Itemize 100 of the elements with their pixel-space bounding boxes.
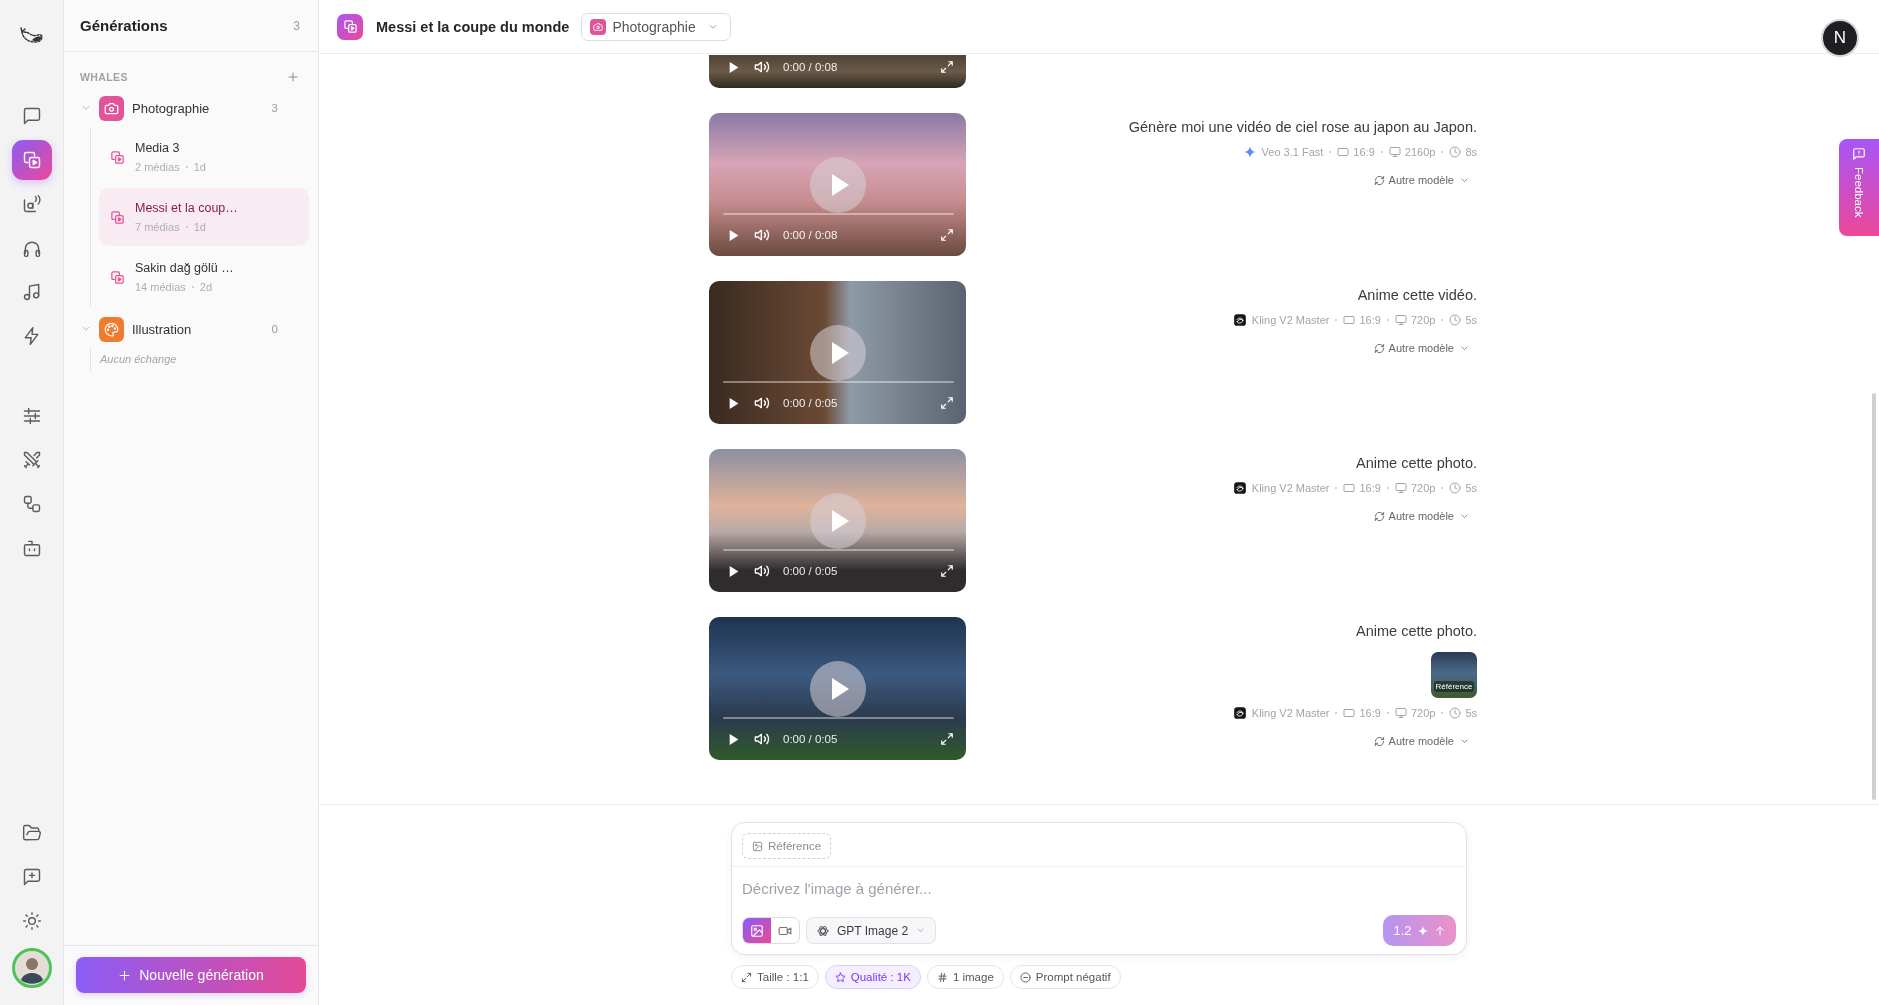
empty-note: Aucun échange bbox=[100, 353, 177, 365]
swirl-logo-icon bbox=[1232, 481, 1247, 495]
refresh-icon[interactable] bbox=[1373, 510, 1385, 522]
item-age: 1d bbox=[193, 220, 206, 234]
image-icon[interactable] bbox=[743, 918, 771, 943]
volume-icon[interactable] bbox=[753, 227, 771, 243]
other-model-button[interactable]: Autre modèle bbox=[1373, 339, 1477, 357]
video-player[interactable]: 0:00 / 0:08 bbox=[709, 55, 966, 88]
other-model-button[interactable]: Autre modèle bbox=[1373, 507, 1477, 525]
feedback-tab[interactable]: Feedback bbox=[1839, 139, 1879, 236]
clock-icon bbox=[1449, 146, 1462, 158]
folder-name[interactable]: Photographie bbox=[132, 100, 210, 116]
resolution: 2160p bbox=[1404, 146, 1436, 158]
model-name: Kling V2 Master bbox=[1251, 314, 1330, 326]
generation-item[interactable]: Sakin dağ gölü … 14 médias 2d bbox=[99, 248, 309, 306]
model-dropdown[interactable]: GPT Image 2 bbox=[806, 917, 937, 944]
play-icon[interactable] bbox=[809, 324, 866, 381]
generation-count: 3 bbox=[293, 18, 300, 33]
sun-icon[interactable] bbox=[21, 911, 42, 931]
monitor-icon bbox=[1388, 146, 1401, 158]
item-title: Sakin dağ gölü … bbox=[135, 260, 234, 276]
message-plus-icon[interactable] bbox=[21, 867, 42, 887]
workflow-icon[interactable] bbox=[21, 494, 42, 514]
item-title: Messi et la coup… bbox=[135, 200, 238, 216]
robot-icon[interactable] bbox=[21, 538, 42, 558]
duration: 8s bbox=[1465, 146, 1477, 158]
generation-item[interactable]: Messi et la coup… 7 médias 1d bbox=[99, 188, 309, 246]
chevron-down-icon[interactable] bbox=[1460, 511, 1469, 521]
play-icon[interactable] bbox=[809, 660, 866, 717]
folder-name[interactable]: Illustration bbox=[132, 321, 192, 337]
model-name: Veo 3.1 Fast bbox=[1261, 146, 1324, 158]
gallery-icon bbox=[110, 269, 125, 285]
reference-thumbnail[interactable]: Référence bbox=[1431, 652, 1477, 698]
refresh-icon[interactable] bbox=[1373, 342, 1385, 354]
gallery-icon bbox=[337, 13, 363, 40]
image-count-button[interactable]: 1 image bbox=[926, 965, 1004, 989]
prompt-text: Génère moi une vidéo de ciel rose au japon au Japon. bbox=[1128, 118, 1477, 137]
volume-icon[interactable] bbox=[753, 395, 771, 411]
aspect-ratio-icon bbox=[1343, 707, 1356, 719]
scrollbar-thumb[interactable] bbox=[1872, 393, 1876, 800]
letter-sound-icon[interactable] bbox=[21, 194, 42, 214]
size-button[interactable]: Taille : 1:1 bbox=[731, 965, 819, 989]
prompt-field[interactable]: Décrivez l'image à générer... bbox=[742, 874, 1456, 902]
video-time: 0:00 / 0:08 bbox=[783, 229, 838, 241]
sliders-icon[interactable] bbox=[21, 406, 42, 426]
aspect-ratio-icon bbox=[1343, 482, 1356, 494]
monitor-icon bbox=[1394, 482, 1407, 494]
gallery-icon[interactable] bbox=[11, 140, 52, 180]
music-note-icon[interactable] bbox=[21, 282, 42, 302]
other-model-button[interactable]: Autre modèle bbox=[1373, 732, 1477, 750]
aspect-ratio-icon bbox=[1343, 314, 1356, 326]
volume-icon[interactable] bbox=[753, 563, 771, 579]
video-player[interactable]: 0:00 / 0:05 bbox=[709, 449, 966, 592]
arrow-up-icon bbox=[1433, 924, 1446, 937]
swirl-logo-icon bbox=[1232, 706, 1247, 720]
volume-icon[interactable] bbox=[753, 731, 771, 747]
video-player[interactable]: 0:00 / 0:08 bbox=[709, 113, 966, 256]
chevron-down-icon[interactable] bbox=[1460, 343, 1469, 353]
refresh-icon[interactable] bbox=[1373, 174, 1385, 186]
swirl-logo-icon bbox=[1232, 313, 1247, 327]
item-age: 2d bbox=[199, 280, 212, 294]
section-label: WHALES bbox=[80, 71, 128, 83]
negative-prompt-button[interactable]: Prompt négatif bbox=[1009, 965, 1121, 989]
prompt-text: Anime cette photo. bbox=[1356, 454, 1477, 473]
video-player[interactable]: 0:00 / 0:05 bbox=[709, 617, 966, 760]
aspect-ratio: 16:9 bbox=[1359, 482, 1381, 494]
volume-icon[interactable] bbox=[753, 59, 771, 75]
chat-bubble-icon[interactable] bbox=[21, 106, 42, 126]
user-avatar[interactable] bbox=[11, 948, 52, 988]
chevron-down-icon[interactable] bbox=[1460, 175, 1469, 185]
prompt-text: Anime cette vidéo. bbox=[1357, 286, 1477, 305]
aspect-ratio: 16:9 bbox=[1353, 146, 1375, 158]
category-dropdown[interactable]: Photographie bbox=[581, 12, 731, 41]
media-count: 14 médias bbox=[135, 280, 186, 294]
conversation-title: Messi et la coupe du monde bbox=[376, 18, 570, 35]
chevron-down-icon bbox=[916, 926, 926, 935]
crossed-swords-icon[interactable] bbox=[21, 450, 42, 470]
generation-item[interactable]: Media 3 2 médias 1d bbox=[99, 128, 309, 186]
video-player[interactable]: 0:00 / 0:05 bbox=[709, 281, 966, 424]
image-icon bbox=[752, 840, 763, 852]
fullscreen-icon[interactable] bbox=[940, 60, 954, 74]
fullscreen-icon[interactable] bbox=[940, 732, 954, 746]
chevron-down-icon[interactable] bbox=[1460, 736, 1469, 746]
account-avatar[interactable]: N bbox=[1821, 19, 1859, 57]
panel-title: Générations bbox=[80, 17, 168, 34]
quality-button[interactable]: Qualité : 1K bbox=[824, 965, 921, 989]
monitor-icon bbox=[1394, 707, 1407, 719]
refresh-icon[interactable] bbox=[1373, 735, 1385, 747]
fullscreen-icon[interactable] bbox=[940, 564, 954, 578]
folder-icon[interactable] bbox=[21, 823, 42, 843]
other-model-button[interactable]: Autre modèle bbox=[1373, 171, 1477, 189]
video-time: 0:00 / 0:05 bbox=[783, 565, 838, 577]
aspect-ratio-icon bbox=[1337, 146, 1350, 158]
video-time: 0:00 / 0:08 bbox=[783, 61, 838, 73]
message-alert-icon bbox=[1852, 147, 1866, 161]
new-generation-button[interactable]: Nouvelle génération bbox=[76, 957, 306, 993]
media-count: 2 médias bbox=[135, 160, 180, 174]
reference-button[interactable]: Référence bbox=[742, 833, 832, 859]
aspect-ratio: 16:9 bbox=[1359, 707, 1381, 719]
item-age: 1d bbox=[193, 160, 206, 174]
